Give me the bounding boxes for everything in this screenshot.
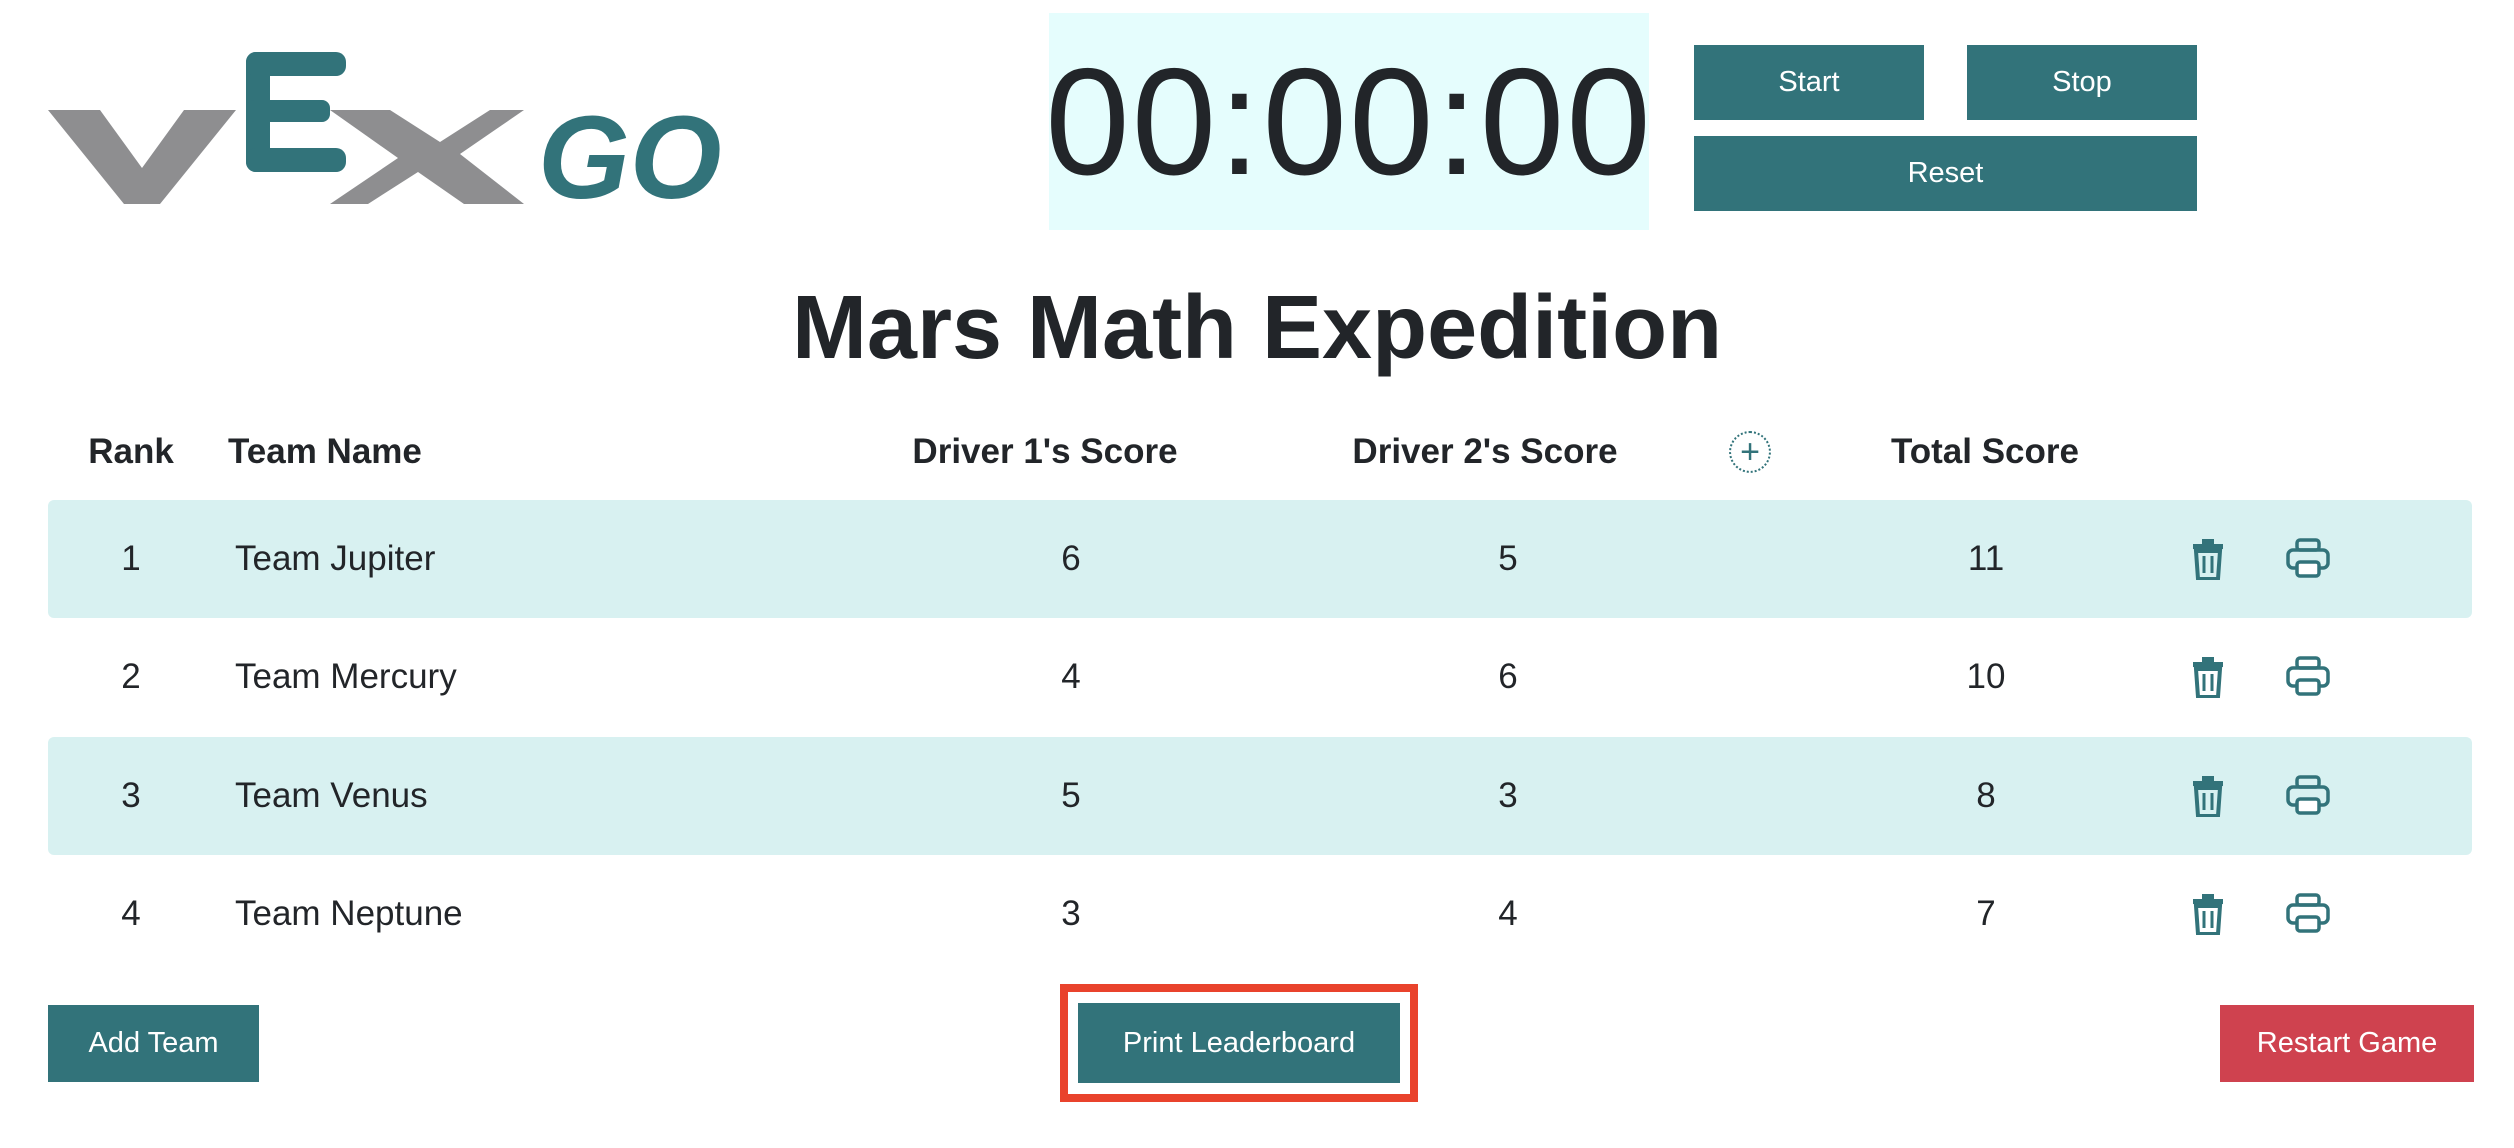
driver2-score-cell[interactable]: 6 <box>1265 618 1751 736</box>
total-score-cell: 7 <box>1976 894 1996 933</box>
total-score-cell: 11 <box>1967 539 2005 578</box>
header-driver1-score: Driver 1's Score <box>912 432 1178 471</box>
table-row: 2 Team Mercury 4 6 10 <box>48 618 2472 736</box>
rank-cell: 2 <box>121 657 141 696</box>
driver1-score-cell[interactable]: 6 <box>828 500 1314 618</box>
driver2-score-cell[interactable]: 5 <box>1265 500 1751 618</box>
timer-value: 00:00:00 <box>1045 36 1653 207</box>
printer-icon[interactable] <box>2286 893 2330 942</box>
header-team-name: Team Name <box>228 432 422 471</box>
trash-icon[interactable] <box>2188 893 2228 944</box>
trash-icon[interactable] <box>2188 775 2228 826</box>
header-rank: Rank <box>88 432 174 471</box>
driver2-score-cell[interactable]: 3 <box>1265 737 1751 855</box>
add-team-button[interactable]: Add Team <box>48 1005 259 1082</box>
restart-game-button[interactable]: Restart Game <box>2220 1005 2474 1082</box>
add-driver-column-plus-icon[interactable]: + <box>1729 431 1771 473</box>
printer-icon[interactable] <box>2286 775 2330 824</box>
stop-button[interactable]: Stop <box>1967 45 2197 120</box>
driver1-score-cell[interactable]: 5 <box>828 737 1314 855</box>
reset-button[interactable]: Reset <box>1694 136 2197 211</box>
table-row: 4 Team Neptune 3 4 7 <box>48 855 2472 973</box>
printer-icon[interactable] <box>2286 656 2330 705</box>
driver2-score-cell[interactable]: 4 <box>1265 855 1751 973</box>
driver1-score-cell[interactable]: 4 <box>828 618 1314 736</box>
print-leaderboard-highlight: Print Leaderboard <box>1060 984 1418 1102</box>
table-row: 3 Team Venus 5 3 8 <box>48 737 2472 855</box>
team-name-cell[interactable]: Team Jupiter <box>235 500 435 618</box>
rank-cell: 3 <box>121 776 141 815</box>
team-name-cell[interactable]: Team Neptune <box>235 855 463 973</box>
trash-icon[interactable] <box>2188 656 2228 707</box>
team-name-cell[interactable]: Team Venus <box>235 737 428 855</box>
start-button[interactable]: Start <box>1694 45 1924 120</box>
print-leaderboard-button[interactable]: Print Leaderboard <box>1075 1000 1403 1086</box>
timer-display: 00:00:00 <box>1045 13 1651 230</box>
driver1-score-cell[interactable]: 3 <box>828 855 1314 973</box>
printer-icon[interactable] <box>2286 538 2330 587</box>
total-score-cell: 8 <box>1976 776 1996 815</box>
page-title: Mars Math Expedition <box>791 278 1723 378</box>
vex-go-logo-graphic: GO <box>48 52 722 210</box>
go-text: GO <box>538 92 722 210</box>
rank-cell: 1 <box>121 539 141 578</box>
team-name-cell[interactable]: Team Mercury <box>235 618 457 736</box>
vex-go-logo: GO <box>48 50 828 210</box>
table-row: 1 Team Jupiter 6 5 11 <box>48 500 2472 618</box>
header-total-score: Total Score <box>1890 432 2079 471</box>
trash-icon[interactable] <box>2188 538 2228 589</box>
total-score-cell: 10 <box>1966 657 2006 696</box>
rank-cell: 4 <box>121 894 141 933</box>
header-driver2-score: Driver 2's Score <box>1352 432 1618 471</box>
